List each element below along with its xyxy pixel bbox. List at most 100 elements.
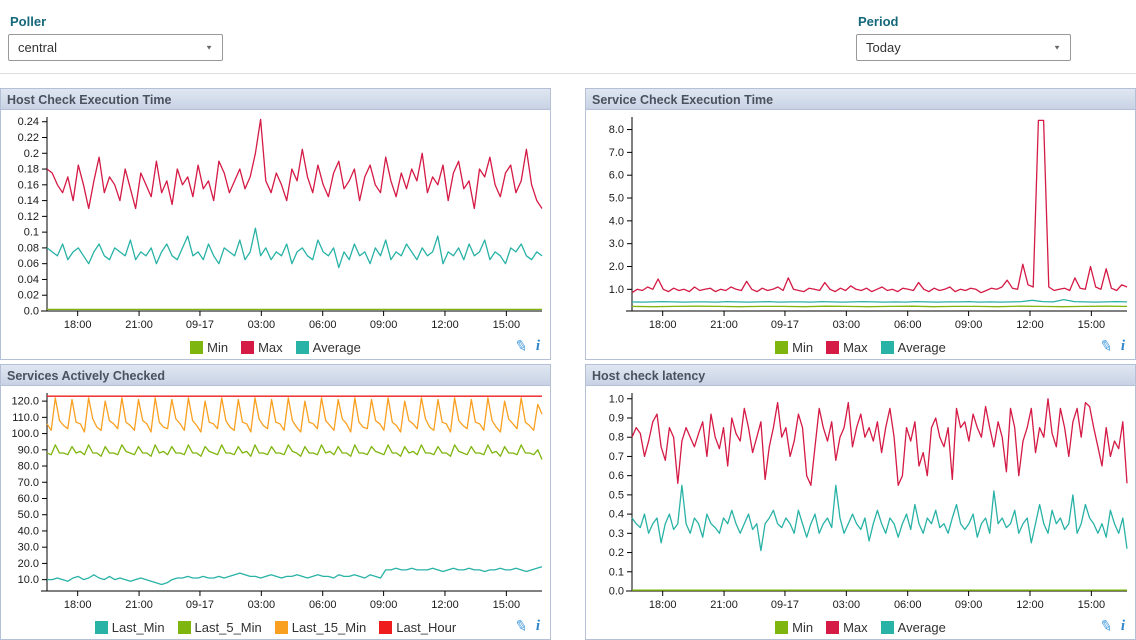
svg-text:03:00: 03:00 — [248, 599, 276, 611]
svg-text:90.0: 90.0 — [18, 444, 39, 456]
svg-text:09-17: 09-17 — [186, 599, 214, 611]
svg-text:0.24: 0.24 — [18, 116, 39, 128]
info-icon[interactable]: i — [1121, 618, 1125, 635]
svg-text:0.18: 0.18 — [18, 164, 39, 176]
info-icon[interactable]: i — [536, 618, 540, 635]
pencil-icon[interactable]: ✎ — [514, 616, 530, 636]
pencil-icon[interactable]: ✎ — [514, 336, 530, 356]
svg-text:1.0: 1.0 — [609, 284, 624, 296]
svg-text:0.1: 0.1 — [24, 227, 39, 239]
svg-text:18:00: 18:00 — [649, 599, 677, 611]
svg-text:3.0: 3.0 — [609, 238, 624, 250]
legend-label: Last_Hour — [396, 620, 456, 635]
legend-label: Max — [843, 620, 868, 635]
pencil-icon[interactable]: ✎ — [1099, 616, 1115, 636]
legend-label: Last_15_Min — [292, 620, 366, 635]
svg-text:50.0: 50.0 — [18, 509, 39, 521]
svg-text:30.0: 30.0 — [18, 542, 39, 554]
svg-text:0.06: 0.06 — [18, 258, 39, 270]
svg-text:110.0: 110.0 — [12, 412, 39, 424]
chart-legend: MinMaxAverage — [190, 340, 361, 355]
svg-text:0.2: 0.2 — [24, 148, 39, 160]
period-field: Period Today ▼ — [856, 12, 1071, 73]
info-icon[interactable]: i — [536, 338, 540, 355]
svg-text:6.0: 6.0 — [609, 170, 624, 182]
poller-select[interactable]: central ▼ — [8, 34, 223, 61]
svg-text:18:00: 18:00 — [64, 319, 92, 331]
period-select[interactable]: Today ▼ — [856, 34, 1071, 61]
svg-text:21:00: 21:00 — [125, 319, 153, 331]
legend-swatch — [275, 621, 288, 634]
svg-text:03:00: 03:00 — [833, 319, 861, 331]
svg-text:0.04: 0.04 — [18, 274, 39, 286]
legend-swatch — [775, 621, 788, 634]
legend-item-last_min: Last_Min — [95, 620, 165, 635]
panel-title: Services Actively Checked — [7, 369, 165, 383]
panel-title-bar: Host Check Execution Time — [1, 89, 550, 110]
svg-text:20.0: 20.0 — [18, 558, 39, 570]
svg-text:10.0: 10.0 — [18, 574, 39, 586]
svg-text:0.12: 0.12 — [18, 211, 39, 223]
svg-text:100.0: 100.0 — [11, 428, 39, 440]
svg-text:06:00: 06:00 — [894, 599, 922, 611]
legend-label: Average — [313, 340, 361, 355]
legend-swatch — [826, 621, 839, 634]
info-icon[interactable]: i — [1121, 338, 1125, 355]
svg-text:0.0: 0.0 — [24, 306, 39, 318]
legend-label: Average — [898, 620, 946, 635]
legend-swatch — [881, 341, 894, 354]
svg-text:09-17: 09-17 — [186, 319, 214, 331]
svg-text:09:00: 09:00 — [955, 599, 983, 611]
panel-title: Host Check Execution Time — [7, 93, 171, 107]
legend-label: Max — [258, 340, 283, 355]
host-check-execution-time-chart: 0.00.020.040.060.080.10.120.140.160.180.… — [1, 110, 550, 335]
legend-item-average: Average — [296, 340, 361, 355]
chart-legend: Min Max Average — [775, 620, 946, 635]
legend-item-last_hour: Last_Hour — [379, 620, 456, 635]
legend-swatch — [881, 621, 894, 634]
svg-text:1.0: 1.0 — [609, 393, 624, 405]
svg-text:09:00: 09:00 — [370, 319, 398, 331]
legend-item-min: Min — [775, 620, 813, 635]
svg-text:03:00: 03:00 — [248, 319, 276, 331]
svg-text:2.0: 2.0 — [609, 261, 624, 273]
legend-label: Min — [792, 620, 813, 635]
pencil-icon[interactable]: ✎ — [1099, 336, 1115, 356]
svg-text:12:00: 12:00 — [431, 599, 459, 611]
svg-text:0.2: 0.2 — [609, 547, 624, 559]
legend-item-max: Max — [826, 620, 868, 635]
svg-text:09-17: 09-17 — [771, 319, 799, 331]
svg-text:0.5: 0.5 — [609, 489, 624, 501]
svg-text:12:00: 12:00 — [1016, 319, 1044, 331]
svg-text:06:00: 06:00 — [894, 319, 922, 331]
panel-title-bar: Service Check Execution Time — [586, 89, 1135, 110]
svg-text:12:00: 12:00 — [1016, 599, 1044, 611]
legend-swatch — [95, 621, 108, 634]
panel-service-check-execution-time: Service Check Execution Time 1.02.03.04.… — [585, 88, 1136, 360]
legend-label: Last_5_Min — [195, 620, 262, 635]
legend-label: Min — [792, 340, 813, 355]
filter-bar: Poller central ▼ Period Today ▼ — [0, 0, 1136, 74]
svg-text:0.7: 0.7 — [609, 451, 624, 463]
svg-text:0.02: 0.02 — [18, 290, 39, 302]
legend-item-min: Min — [775, 340, 813, 355]
legend-item-average: Average — [881, 620, 946, 635]
legend-swatch — [826, 341, 839, 354]
legend-swatch — [379, 621, 392, 634]
svg-text:8.0: 8.0 — [609, 124, 624, 136]
svg-text:0.9: 0.9 — [609, 412, 624, 424]
svg-text:0.0: 0.0 — [609, 586, 624, 598]
poller-label: Poller — [10, 14, 223, 29]
charts-grid: Host Check Execution Time 0.0 0.02 0.04 0.0… — [0, 88, 1136, 640]
legend-item-last_5_min: Last_5_Min — [178, 620, 262, 635]
chart-legend: Last_Min Last_5_Min Last_15_Min Last_Hour — [95, 620, 456, 635]
svg-text:21:00: 21:00 — [710, 599, 738, 611]
svg-text:0.1: 0.1 — [609, 566, 624, 578]
svg-text:18:00: 18:00 — [649, 319, 677, 331]
legend-swatch — [190, 341, 203, 354]
panel-title-bar: Host check latency — [586, 365, 1135, 386]
svg-text:0.3: 0.3 — [609, 528, 624, 540]
poller-field: Poller central ▼ — [8, 12, 223, 73]
host-check-latency-chart: 0.00.10.20.30.40.50.60.70.80.91.018:0021… — [586, 386, 1135, 615]
panel-title: Service Check Execution Time — [592, 93, 773, 107]
